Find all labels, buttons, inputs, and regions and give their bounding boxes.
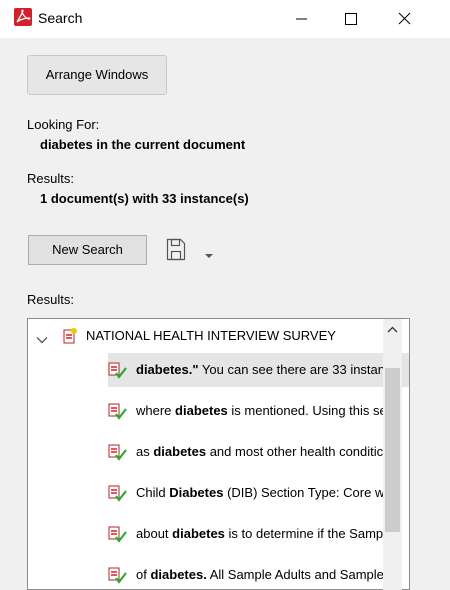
result-text-before: Child [136,485,170,500]
window-title: Search [38,10,83,26]
document-title: NATIONAL HEALTH INTERVIEW SURVEY [86,328,336,343]
result-text-after: is to determine if the Samp [224,526,384,541]
result-text-after: (DIB) Section Type: Core wi [223,485,388,500]
pdf-result-icon [108,403,128,426]
scroll-thumb[interactable] [385,368,400,532]
save-icon[interactable] [165,235,187,263]
result-row[interactable]: about diabetes is to determine if the Sa… [108,517,409,551]
result-row[interactable]: as diabetes and most other health condit… [108,435,409,469]
close-button[interactable] [381,0,427,38]
results-list-label: Results: [27,292,74,307]
chevron-down-icon[interactable] [36,331,48,349]
results-scrollbar[interactable] [383,319,402,590]
result-text: Child Diabetes (DIB) Section Type: Core … [136,485,387,500]
pdf-document-icon [62,327,78,350]
looking-for-value: diabetes in the current document [40,137,246,152]
pdf-result-icon [108,526,128,549]
chevron-down-icon[interactable] [204,247,214,258]
result-text-before: as [136,444,154,459]
result-text: where diabetes is mentioned. Using this … [136,403,387,418]
result-text-after: You can see there are 33 instanc [198,362,392,377]
result-text-before: of [136,567,151,582]
result-match: diabetes. [150,567,207,582]
results-tree[interactable]: NATIONAL HEALTH INTERVIEW SURVEY diabete… [27,318,410,590]
result-text: as diabetes and most other health condit… [136,444,383,459]
result-text: about diabetes is to determine if the Sa… [136,526,383,541]
result-row[interactable]: diabetes." You can see there are 33 inst… [108,353,409,387]
result-match: diabetes [172,526,225,541]
pdf-result-icon [108,485,128,508]
result-match: diabetes [175,403,228,418]
minimize-button[interactable] [278,0,324,38]
adobe-acrobat-icon [14,8,32,26]
result-text-after: All Sample Adults and Sample [206,567,384,582]
result-text-before: where [136,403,176,418]
new-search-button[interactable]: New Search [28,235,147,265]
result-row[interactable]: Child Diabetes (DIB) Section Type: Core … [108,476,409,510]
result-match: diabetes." [136,362,199,377]
result-text-after: is mentioned. Using this se [227,403,387,418]
arrange-windows-button[interactable]: Arrange Windows [27,55,167,95]
pdf-result-icon [108,567,128,589]
result-text: of diabetes. All Sample Adults and Sampl… [136,567,384,582]
result-match: diabetes [153,444,207,459]
result-text-after: and most other health conditic [206,444,384,459]
result-match: Diabetes [169,485,224,500]
title-bar: Search [0,0,450,38]
results-summary-value: 1 document(s) with 33 instance(s) [40,191,249,206]
result-row[interactable]: of diabetes. All Sample Adults and Sampl… [108,558,409,589]
document-node[interactable]: NATIONAL HEALTH INTERVIEW SURVEY [28,319,388,353]
result-text-before: about [136,526,173,541]
maximize-button[interactable] [327,0,373,38]
pdf-result-icon [108,362,128,385]
looking-for-label: Looking For: [27,117,100,132]
results-summary-label: Results: [27,171,74,186]
result-row[interactable]: where diabetes is mentioned. Using this … [108,394,409,428]
pdf-result-icon [108,444,128,467]
scroll-up-button[interactable] [383,319,402,341]
result-text: diabetes." You can see there are 33 inst… [136,362,392,377]
